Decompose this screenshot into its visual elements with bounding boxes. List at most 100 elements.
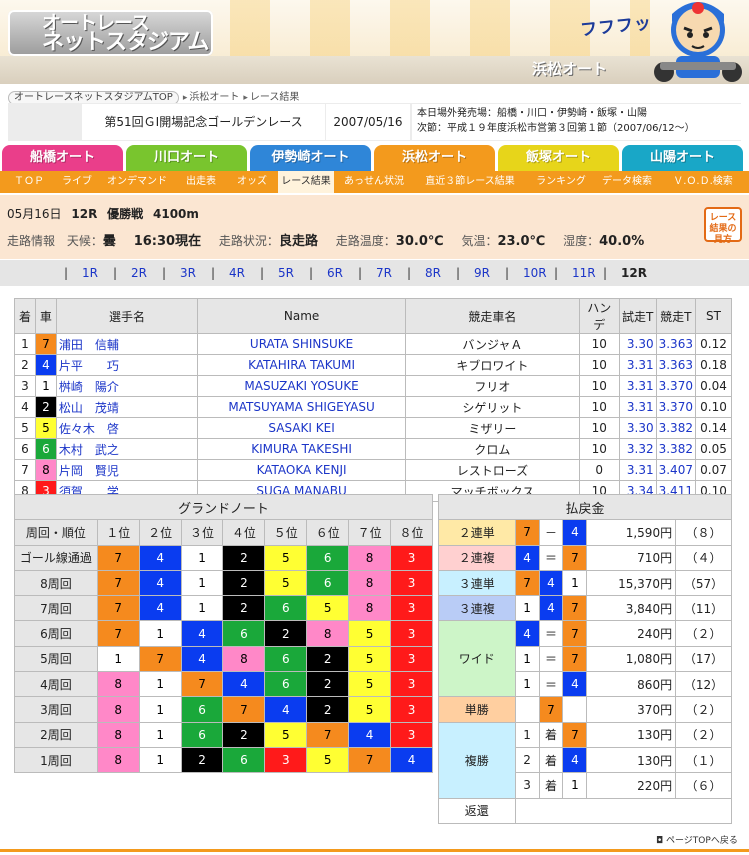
entry-rider-romaji[interactable]: URATA SHINSUKE [197,333,407,355]
site-logo[interactable]: オートレース ネットスタジアム [8,10,213,56]
entry-rider-name[interactable]: 浦田 信輔 [55,333,199,355]
payout-amount: 1,590円 [586,519,677,546]
payout-place-row: 複勝 1 着 7 130円 （２） [438,721,732,799]
race-link[interactable]: 10R [523,260,547,286]
payout-amount: 15,370円 [586,569,677,597]
subnav-item[interactable]: データ検索 [596,171,658,193]
entry-start-timing: 0.12 [694,333,733,355]
grand-note-car: 3 [390,721,433,748]
payout-car: 4 [514,544,540,571]
venue-tab[interactable]: 飯塚オート [498,145,619,171]
grand-note-car: 8 [348,595,392,622]
entry-position: 3 [14,375,36,397]
subnav-item[interactable]: 直近３節レース結果 [414,171,526,193]
breadcrumb-venue[interactable]: 浜松オート [189,92,239,103]
entries-header-cell: Name [197,298,407,334]
subnav-item[interactable]: レース結果 [278,171,334,193]
race-link[interactable]: 2R [131,260,147,286]
entry-rider-name[interactable]: 佐々木 啓 [55,417,199,439]
grand-note-car: 6 [180,696,224,723]
grand-note-car: 6 [264,595,308,622]
grand-note-row: 6周回 7 1 4 6 2 8 5 3 [14,620,433,647]
subnav-item[interactable]: オンデマンド [102,171,172,193]
grand-note-car: 1 [138,696,182,723]
payout-popularity: （６） [675,772,732,799]
race-link[interactable]: 9R [474,260,490,286]
subnav-item[interactable]: あっせん状況 [338,171,410,193]
race-link[interactable]: 11R [572,260,596,286]
entry-rider-name[interactable]: 片平 巧 [55,354,199,376]
race-link[interactable]: 5R [278,260,294,286]
entry-handicap: 10 [578,333,620,355]
entry-rider-romaji[interactable]: KATAHIRA TAKUMI [197,354,407,376]
grand-note-car: 8 [96,696,140,723]
grand-note-car: 4 [138,544,182,571]
subnav-item[interactable]: Ｖ.Ｏ.Ｄ.検索 [663,171,743,193]
payout-car: 7 [562,721,588,748]
race-link[interactable]: 4R [229,260,245,286]
entry-rider-romaji[interactable]: SASAKI KEI [197,417,407,439]
entry-trial-time: 3.30 [618,417,657,439]
weather-label: 天候： [66,234,103,248]
entry-rider-name[interactable]: 片岡 賢児 [55,459,199,481]
payout-table: 払戻金 ２連単 7 － 4 1,590円 （８） ２連複 4 ＝ 7 710円 （４） ３連単 7 4 1 15,… [438,493,733,824]
entry-rider-name[interactable]: 桝崎 陽介 [55,375,199,397]
payout-row: ３連複 1 4 7 3,840円 （11） [438,595,732,622]
entry-rider-romaji[interactable]: MATSUYAMA SHIGEYASU [197,396,407,418]
grand-note-row: 3周回 8 1 6 7 4 2 5 3 [14,696,433,723]
entry-rider-romaji[interactable]: MASUZAKI YOSUKE [197,375,407,397]
entry-rider-name[interactable]: 木村 武之 [55,438,199,460]
entry-bike-name: バンジャＡ [405,333,580,355]
venue-tab[interactable]: 浜松オート [374,145,495,171]
subnav-item[interactable]: ライブ [56,171,98,193]
race-link[interactable]: 8R [425,260,441,286]
page-top-link[interactable]: ◘ ページTOPへ戻る [656,833,738,846]
payout-car: 7 [562,544,588,571]
entry-start-timing: 0.07 [694,459,733,481]
race-link[interactable]: 6R [327,260,343,286]
subnav-item[interactable]: ＴＯＰ [6,171,52,193]
entry-rider-romaji[interactable]: KATAOKA KENJI [197,459,407,481]
bottom-line [0,849,749,852]
entry-rider-name[interactable]: 松山 茂靖 [55,396,199,418]
payout-amount: 3,840円 [586,595,677,622]
race-nav-separator: | [505,266,510,280]
lap-label: 7周回 [14,595,98,622]
race-nav-separator: | [64,266,69,280]
race-link[interactable]: 7R [376,260,392,286]
entry-rider-romaji[interactable]: KIMURA TAKESHI [197,438,407,460]
grand-note-car: 7 [180,671,224,698]
payout-car: 7 [514,569,540,597]
race-link[interactable]: 1R [82,260,98,286]
offsite-sales: 本日場外発売場：船橋・川口・伊勢崎・飯塚・山陽 [417,108,647,119]
payout-place-rank: 1 [514,721,540,748]
entry-car: 2 [34,396,57,418]
venue-tab[interactable]: 伊勢崎オート [250,145,371,171]
entries-header-cell: 競走T [655,298,696,334]
grand-note-car: 2 [222,544,266,571]
grand-note-car: 1 [138,671,182,698]
payout-car: 1 [562,772,588,799]
entry-trial-time: 3.31 [618,354,657,376]
payout-empty [514,696,540,723]
grand-note-car: 4 [222,671,266,698]
grand-note-car: 3 [390,620,433,647]
humidity-value: 40.0% [599,234,645,249]
venue-tab[interactable]: 船橋オート [2,145,123,171]
grand-note-car: 3 [390,544,433,571]
weather-value: 曇 [102,234,116,249]
grand-note-car: 6 [180,721,224,748]
howto-button[interactable]: レース結果の見方 [704,207,742,245]
payout-amount: 240円 [586,620,677,647]
payout-car: 4 [562,671,588,698]
entry-car: 8 [34,459,57,481]
race-link[interactable]: 3R [180,260,196,286]
subnav-item[interactable]: ランキング [530,171,592,193]
grand-note-car: 1 [180,595,224,622]
subnav-item[interactable]: 出走表 [176,171,226,193]
subnav-item[interactable]: オッズ [230,171,274,193]
venue-tab[interactable]: 山陽オート [622,145,743,171]
payout-car: 7 [562,595,588,622]
race-number-nav: | 1R | 2R | 3R | 4R | 5R | 6R | 7R | 8R | 9R | 10R | 11R | 12R [0,260,749,286]
venue-tab[interactable]: 川口オート [126,145,247,171]
